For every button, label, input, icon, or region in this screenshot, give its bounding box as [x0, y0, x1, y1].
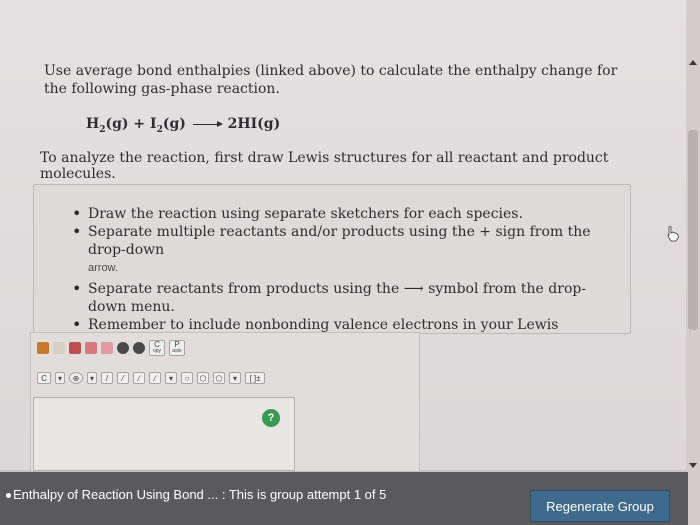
reaction-equation: H2(g) + I2(g) 2HI(g)	[86, 116, 280, 135]
hint-box: Draw the reaction using separate sketche…	[33, 184, 631, 351]
scrollbar[interactable]	[686, 0, 700, 525]
reactant-h-state: (g)	[105, 116, 129, 132]
plus-sign: +	[128, 116, 151, 132]
sketcher-toolbar-top: Copy Paste	[37, 339, 185, 357]
scroll-up-icon[interactable]	[689, 60, 697, 65]
pencil-icon[interactable]	[85, 342, 97, 354]
ring-benzene-icon[interactable]: ⬡	[197, 372, 209, 384]
ring-pentagon-icon[interactable]: ⬠	[213, 372, 225, 384]
drawing-canvas[interactable]	[33, 397, 295, 471]
wedge-bond-icon[interactable]: ⁄	[117, 372, 129, 384]
product-hi: 2HI(g)	[227, 116, 281, 132]
reactant-h: H	[86, 116, 100, 132]
analyze-instruction: To analyze the reaction, first draw Lewi…	[40, 150, 609, 182]
element-dropdown-icon[interactable]: ▾	[55, 372, 65, 384]
reactant-i-state: (g)	[162, 116, 186, 132]
paste-button[interactable]: Paste	[169, 340, 185, 356]
mouse-cursor-icon	[667, 226, 679, 242]
single-bond-icon[interactable]: /	[101, 372, 113, 384]
ring-dropdown-icon[interactable]: ▾	[229, 372, 241, 384]
lewis-sketcher[interactable]: Copy Paste C ▾ ⊕ ▾ / ⁄ ∕ ∕ ▾ ○ ⬡ ⬠ ▾ [ ]…	[30, 332, 420, 472]
zoom-out-icon[interactable]	[133, 342, 145, 354]
hint-list: Draw the reaction using separate sketche…	[72, 205, 602, 352]
double-bond-icon[interactable]: ∕	[133, 372, 145, 384]
bond-dropdown-icon[interactable]: ▾	[165, 372, 177, 384]
hint-item: Separate reactants from products using t…	[72, 280, 602, 316]
charge-button[interactable]: ⊕	[69, 372, 83, 384]
hint-item: Draw the reaction using separate sketche…	[72, 205, 602, 223]
redo-icon[interactable]	[53, 342, 65, 354]
bracket-charge-button[interactable]: [ ]±	[245, 372, 265, 384]
status-dot-icon	[6, 493, 11, 499]
zoom-in-icon[interactable]	[117, 342, 129, 354]
regenerate-group-button[interactable]: Regenerate Group	[530, 490, 670, 522]
charge-dropdown-icon[interactable]: ▾	[87, 372, 97, 384]
scroll-thumb[interactable]	[688, 130, 698, 330]
copy-button[interactable]: Copy	[149, 340, 165, 356]
group-attempt-status: Enthalpy of Reaction Using Bond ... : Th…	[6, 487, 386, 502]
erase-icon[interactable]	[69, 342, 81, 354]
hint-item: Separate multiple reactants and/or produ…	[72, 223, 602, 277]
question-intro: Use average bond enthalpies (linked abov…	[44, 63, 618, 97]
element-button[interactable]: C	[37, 372, 51, 384]
footer-bar: Enthalpy of Reaction Using Bond ... : Th…	[0, 472, 688, 525]
triple-bond-icon[interactable]: ∕	[149, 372, 161, 384]
scroll-down-icon[interactable]	[689, 463, 697, 468]
ring-cyclopropane-icon[interactable]: ○	[181, 372, 193, 384]
reaction-arrow-icon	[192, 120, 223, 127]
clear-icon[interactable]	[101, 342, 113, 354]
sketcher-toolbar-bottom: C ▾ ⊕ ▾ / ⁄ ∕ ∕ ▾ ○ ⬡ ⬠ ▾ [ ]±	[37, 369, 265, 387]
undo-icon[interactable]	[37, 342, 49, 354]
help-icon[interactable]: ?	[262, 409, 280, 427]
content-page: Use average bond enthalpies (linked abov…	[0, 0, 688, 472]
